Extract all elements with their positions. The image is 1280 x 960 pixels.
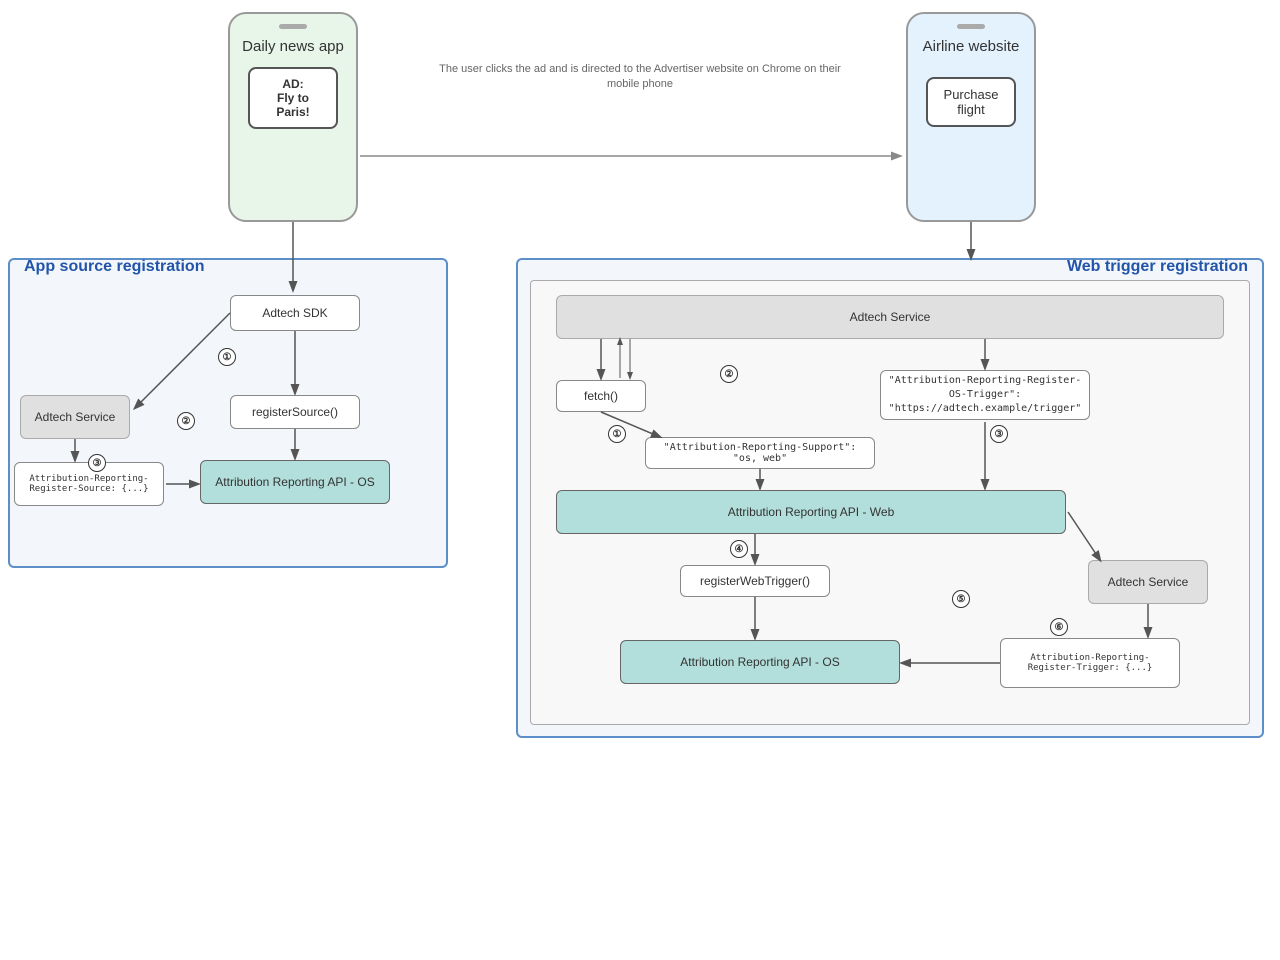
phone-speaker-right [957, 24, 985, 29]
phone-right-cta: Purchase flight [926, 77, 1016, 127]
step6-web: ⑥ [1050, 618, 1068, 636]
adtech-sdk-box: Adtech SDK [230, 295, 360, 331]
attribution-os-bottom-box: Attribution Reporting API - OS [620, 640, 900, 684]
register-source-box: registerSource() [230, 395, 360, 429]
app-source-label: App source registration [20, 258, 208, 276]
arrow-label: The user clicks the ad and is directed t… [430, 62, 850, 93]
register-web-trigger-box: registerWebTrigger() [680, 565, 830, 597]
step1-app: ① [218, 348, 236, 366]
diagram-container: Daily news app AD:Fly to Paris! Airline … [0, 0, 1280, 760]
adtech-service-top-box: Adtech Service [556, 295, 1224, 339]
adtech-service-bottom-box: Adtech Service [1088, 560, 1208, 604]
phone-left-title: Daily news app [242, 37, 344, 57]
fetch-box: fetch() [556, 380, 646, 412]
phone-right-title: Airline website [923, 37, 1020, 57]
step3-web: ③ [990, 425, 1008, 443]
attribution-web-box: Attribution Reporting API - Web [556, 490, 1066, 534]
step2-app: ② [177, 412, 195, 430]
attribution-os-trigger-box: "Attribution-Reporting-Register-OS-Trigg… [880, 370, 1090, 420]
attribution-reporting-support-box: "Attribution-Reporting-Support": "os, we… [645, 437, 875, 469]
adtech-service-left-box: Adtech Service [20, 395, 130, 439]
step5-web: ⑤ [952, 590, 970, 608]
attribution-os-box: Attribution Reporting API - OS [200, 460, 390, 504]
phone-left-ad: AD:Fly to Paris! [248, 67, 338, 129]
attribution-register-trigger-box: Attribution-Reporting-Register-Trigger: … [1000, 638, 1180, 688]
web-trigger-label: Web trigger registration [1063, 258, 1252, 276]
phone-speaker-left [279, 24, 307, 29]
phone-left: Daily news app AD:Fly to Paris! [228, 12, 358, 222]
step2-web: ② [720, 365, 738, 383]
phone-right: Airline website Purchase flight [906, 12, 1036, 222]
step4-web: ④ [730, 540, 748, 558]
step3-app: ③ [88, 454, 106, 472]
step1-web: ① [608, 425, 626, 443]
